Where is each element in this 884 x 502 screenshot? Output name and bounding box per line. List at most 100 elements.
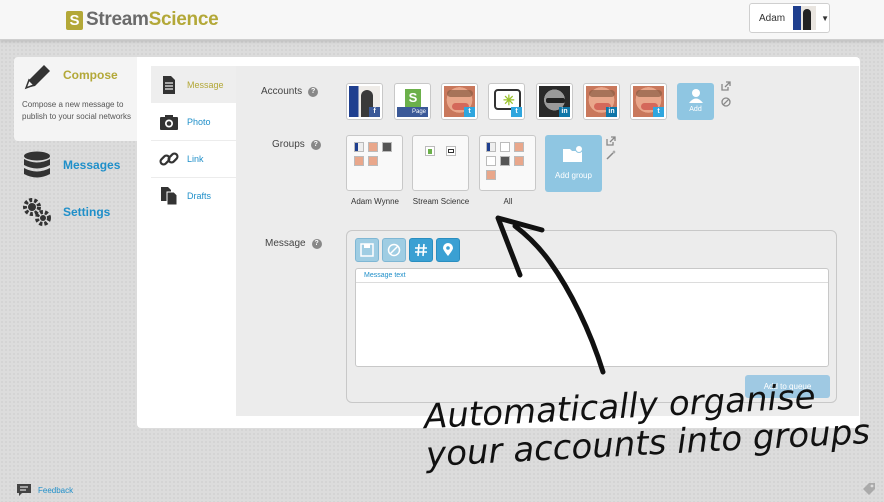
group-member-avatar — [486, 170, 496, 180]
group-member-avatar — [486, 156, 496, 166]
facebook-badge: f — [369, 107, 380, 117]
group-member-avatar — [514, 156, 524, 166]
hashtag-button[interactable] — [409, 238, 433, 262]
clear-button[interactable] — [382, 238, 406, 262]
message-composer: Message text Add to queue — [346, 230, 837, 403]
help-icon[interactable]: ? — [308, 86, 319, 97]
sidebar-compose-description: Compose a new message to publish to your… — [22, 100, 131, 121]
group-label: Stream Science — [412, 197, 470, 206]
sidebar-item-messages[interactable]: Messages — [22, 150, 120, 180]
tab-link[interactable]: Link — [151, 140, 236, 177]
pencil-icon — [24, 65, 50, 90]
drafts-icon — [161, 186, 178, 205]
group-label: All — [503, 197, 513, 206]
help-icon[interactable]: ? — [311, 238, 322, 249]
top-bar: S StreamScience Adam ▼ — [0, 0, 884, 40]
group-member-avatar — [425, 146, 435, 156]
caret-down-icon: ▼ — [821, 13, 829, 23]
group-member-avatar — [514, 142, 524, 152]
logo-text: StreamScience — [86, 9, 219, 30]
add-to-queue-button[interactable]: Add to queue — [745, 375, 830, 398]
add-account-label: Add — [689, 106, 702, 113]
linkedin-badge: in — [606, 107, 617, 117]
tab-link-label: Link — [187, 153, 204, 164]
user-name: Adam — [759, 12, 786, 24]
group-member-avatar — [446, 146, 456, 156]
message-text-label: Message text — [356, 269, 828, 283]
disable-icon[interactable] — [721, 97, 731, 107]
sidebar-item-compose[interactable]: Compose Compose a new message to publish… — [14, 57, 138, 141]
document-icon — [163, 75, 175, 94]
sidebar-messages-label: Messages — [63, 158, 121, 172]
twitter-badge: t — [653, 107, 664, 117]
feedback-label: Feedback — [38, 485, 74, 495]
add-account-button[interactable]: Add — [677, 83, 714, 120]
groups-label-text: Groups — [272, 139, 305, 150]
save-icon — [360, 243, 374, 257]
user-avatar — [793, 6, 817, 30]
hashtag-icon — [415, 243, 427, 257]
group-tile-adam-wynne[interactable] — [346, 135, 403, 191]
group-tile-all[interactable] — [479, 135, 536, 191]
tab-message-label: Message — [187, 79, 224, 90]
account-tile[interactable]: in — [536, 83, 573, 120]
account-avatar: in — [586, 86, 617, 117]
user-menu[interactable]: Adam ▼ — [749, 3, 830, 33]
map-pin-icon — [443, 243, 453, 256]
add-group-button[interactable]: Add group — [545, 135, 602, 192]
streamscience-logo[interactable]: S StreamScience — [66, 9, 219, 31]
accounts-label-text: Accounts — [261, 86, 303, 97]
sidebar-item-settings[interactable]: Settings — [22, 197, 110, 227]
group-member-avatar — [382, 142, 392, 152]
sidebar-compose-label: Compose — [63, 68, 118, 82]
group-member-avatar — [368, 156, 378, 166]
group-tile-stream-science[interactable] — [412, 135, 469, 191]
tab-photo[interactable]: Photo — [151, 103, 236, 140]
magic-wand-icon[interactable] — [606, 150, 616, 160]
account-tile[interactable]: t — [630, 83, 667, 120]
expand-icon[interactable] — [606, 136, 616, 146]
groups-label: Groups ? — [272, 139, 321, 150]
camera-icon — [160, 114, 178, 130]
account-avatar: t — [633, 86, 664, 117]
group-label: Adam Wynne — [351, 197, 399, 206]
external-link-icon[interactable] — [721, 81, 731, 91]
group-member-avatar — [500, 156, 510, 166]
sidebar-settings-label: Settings — [63, 205, 111, 219]
tag-icon[interactable] — [862, 482, 876, 496]
logo-mark: S — [66, 10, 83, 30]
tab-drafts-label: Drafts — [187, 190, 212, 201]
account-tile[interactable]: S Page — [394, 83, 431, 120]
tab-drafts[interactable]: Drafts — [151, 177, 236, 214]
gear-icon — [23, 198, 51, 226]
streamscience-page-logo: S — [405, 89, 421, 107]
account-avatar: f — [349, 86, 380, 117]
link-icon — [159, 151, 179, 166]
group-member-avatar — [354, 142, 364, 152]
account-tile[interactable]: f — [346, 83, 383, 120]
add-group-label: Add group — [555, 171, 592, 180]
account-avatar: ✳ t — [491, 86, 522, 117]
tab-message[interactable]: Message — [151, 66, 236, 103]
twitter-badge: t — [464, 107, 475, 117]
account-avatar: t — [444, 86, 475, 117]
account-avatar: in — [539, 86, 570, 117]
database-icon — [24, 151, 50, 178]
group-member-avatar — [368, 142, 378, 152]
message-text-area[interactable]: Message text — [355, 268, 829, 367]
group-member-avatar — [354, 156, 364, 166]
account-tile[interactable]: in — [583, 83, 620, 120]
disable-icon — [387, 243, 401, 257]
speech-bubble-icon — [17, 484, 31, 496]
account-tile[interactable]: t — [441, 83, 478, 120]
message-label-text: Message — [265, 238, 306, 249]
account-tile[interactable]: ✳ t — [488, 83, 525, 120]
help-icon[interactable]: ? — [310, 139, 321, 150]
location-button[interactable] — [436, 238, 460, 262]
linkedin-badge: in — [559, 107, 570, 117]
accounts-label: Accounts ? — [261, 86, 319, 97]
group-member-avatar — [500, 142, 510, 152]
save-draft-button[interactable] — [355, 238, 379, 262]
feedback-link[interactable]: Feedback — [16, 483, 73, 497]
twitter-badge: t — [511, 107, 522, 117]
